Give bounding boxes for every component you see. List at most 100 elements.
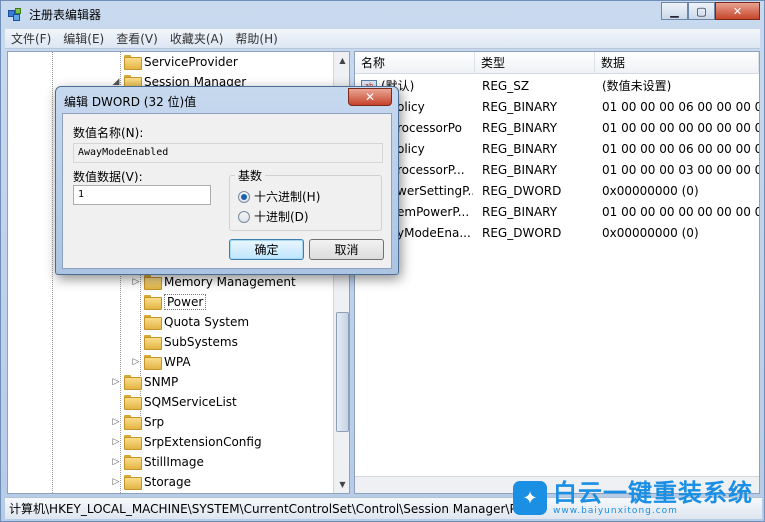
value-type: REG_DWORD [482,184,562,198]
folder-icon [144,295,162,310]
table-row[interactable]: emPowerP... REG_BINARY 01 00 00 00 00 00… [355,202,759,223]
cancel-button[interactable]: 取消 [309,239,384,260]
values-list[interactable]: 名称 类型 数据 ab (默认) REG_SZ (数值未设置) olicy RE… [354,51,760,494]
tree-item-label: SNMP [144,375,179,389]
value-data: (数值未设置) [602,79,672,93]
scroll-thumb[interactable] [336,312,349,432]
tree-item[interactable]: ▷ Memory Management [132,272,296,292]
radio-unchecked-icon [238,210,250,223]
column-name[interactable]: 名称 [355,52,475,74]
tree-item-label: Quota System [164,315,250,329]
value-name: emPowerP... [397,205,470,219]
folder-icon [144,315,162,330]
value-name: yModeEna... [397,226,471,240]
radio-decimal[interactable]: 十进制(D) [238,208,309,225]
radio-checked-icon [238,190,250,203]
value-data: 0x00000000 (0) [602,184,699,198]
value-data-label: 数值数据(V): [73,170,143,184]
folder-icon [124,375,142,390]
tree-item-label: ServiceProvider [144,55,238,69]
minimize-button[interactable]: ▁ [661,2,688,20]
value-name-field: AwayModeEnabled [73,143,383,163]
base-label: 基数 [235,167,266,184]
menu-view[interactable]: 查看(V) [110,30,164,47]
table-row[interactable]: olicy REG_BINARY 01 00 00 00 06 00 00 00… [355,97,759,118]
expand-arrow-icon[interactable]: ▷ [132,357,140,367]
window-title: 注册表编辑器 [29,8,102,22]
radio-hex[interactable]: 十六进制(H) [238,188,320,205]
value-type: REG_BINARY [482,121,558,135]
tree-item-label: SubSystems [164,335,238,349]
close-button[interactable]: ✕ [715,2,760,20]
watermark-url: www.baiyunxitong.com [553,506,678,516]
watermark-text: 白云一键重装系统 [553,479,753,507]
bird-logo-icon: ✦ [513,481,547,515]
folder-icon [124,395,142,410]
table-row[interactable]: yModeEna... REG_DWORD 0x00000000 (0) [355,223,759,244]
base-groupbox: 基数 十六进制(H) 十进制(D) [229,167,382,231]
tree-item[interactable]: ▷ StillImage [112,452,204,472]
tree-item[interactable]: ▷ SrpExtensionConfig [112,432,262,452]
value-data: 01 00 00 00 03 00 00 00 00 [602,163,760,177]
folder-icon [144,335,162,350]
tree-item[interactable]: ▷ WPA [132,352,191,372]
tree-item[interactable]: SQMServiceList [112,392,237,412]
menu-favorites[interactable]: 收藏夹(A) [164,30,230,47]
scroll-up-arrow-icon[interactable]: ▲ [334,52,349,69]
value-type: REG_SZ [482,79,530,93]
value-data: 01 00 00 00 00 00 00 00 00 [602,121,760,135]
expand-arrow-icon[interactable]: ▷ [132,277,140,287]
menu-bar: 文件(F) 编辑(E) 查看(V) 收藏夹(A) 帮助(H) [5,29,760,49]
scroll-down-arrow-icon[interactable]: ▼ [334,476,349,493]
expand-arrow-icon[interactable]: ▷ [112,457,120,467]
column-header: 名称 类型 数据 [355,52,759,74]
column-type[interactable]: 类型 [475,52,595,74]
ok-button[interactable]: 确定 [229,239,304,260]
value-data: 01 00 00 00 06 00 00 00 03 [602,142,760,156]
tree-item[interactable]: ServiceProvider [112,52,238,72]
tree-item-selected[interactable]: Power [132,292,207,312]
expand-arrow-icon[interactable]: ▷ [112,477,120,487]
value-type: REG_BINARY [482,142,558,156]
dialog-close-button[interactable]: ✕ [348,88,392,106]
folder-icon [124,55,142,70]
menu-help[interactable]: 帮助(H) [229,30,283,47]
tree-item[interactable]: SubSystems [132,332,238,352]
value-name: olicy [397,142,425,156]
table-row[interactable]: olicy REG_BINARY 01 00 00 00 06 00 00 00… [355,139,759,160]
tree-item[interactable]: ▷ Srp [112,412,164,432]
value-type: REG_BINARY [482,205,558,219]
tree-item[interactable]: Quota System [132,312,249,332]
tree-item-label: WPA [164,355,191,369]
value-name: olicy [397,100,425,114]
tree-item[interactable]: ▷ SNMP [112,372,178,392]
menu-file[interactable]: 文件(F) [5,30,57,47]
maximize-button[interactable]: ▢ [688,2,715,20]
table-row[interactable]: rocessorPo REG_BINARY 01 00 00 00 00 00 … [355,118,759,139]
expand-arrow-icon[interactable]: ▷ [112,437,120,447]
tree-item-label: StillImage [144,455,204,469]
value-type: REG_BINARY [482,163,558,177]
value-data-input[interactable]: 1 [73,185,211,205]
folder-icon [124,415,142,430]
regedit-app-icon [7,7,23,23]
expand-arrow-icon[interactable]: ▷ [112,377,120,387]
table-row[interactable]: rocessorP... REG_BINARY 01 00 00 00 03 0… [355,160,759,181]
watermark: ✦ 白云一键重装系统 www.baiyunxitong.com [513,479,763,517]
value-data: 01 00 00 00 00 00 00 00 00 [602,205,760,219]
folder-icon [124,435,142,450]
title-bar[interactable]: 注册表编辑器 ▁ ▢ ✕ [1,1,764,28]
value-data: 0x00000000 (0) [602,226,699,240]
expand-arrow-icon[interactable]: ▷ [112,417,120,427]
dialog-title: 编辑 DWORD (32 位)值 [64,95,197,109]
tree-item-label: SQMServiceList [144,395,237,409]
column-data[interactable]: 数据 [595,52,759,74]
value-data: 01 00 00 00 06 00 00 00 03 [602,100,760,114]
value-name: werSettingP... [397,184,473,198]
tree-item-label: SrpExtensionConfig [144,435,262,449]
table-row[interactable]: werSettingP... REG_DWORD 0x00000000 (0) [355,181,759,202]
table-row[interactable]: ab (默认) REG_SZ (数值未设置) [355,76,759,97]
edit-dword-dialog: 编辑 DWORD (32 位)值 ✕ 数值名称(N): AwayModeEnab… [55,86,399,275]
menu-edit[interactable]: 编辑(E) [57,30,110,47]
tree-item[interactable]: ▷ Storage [112,472,191,492]
